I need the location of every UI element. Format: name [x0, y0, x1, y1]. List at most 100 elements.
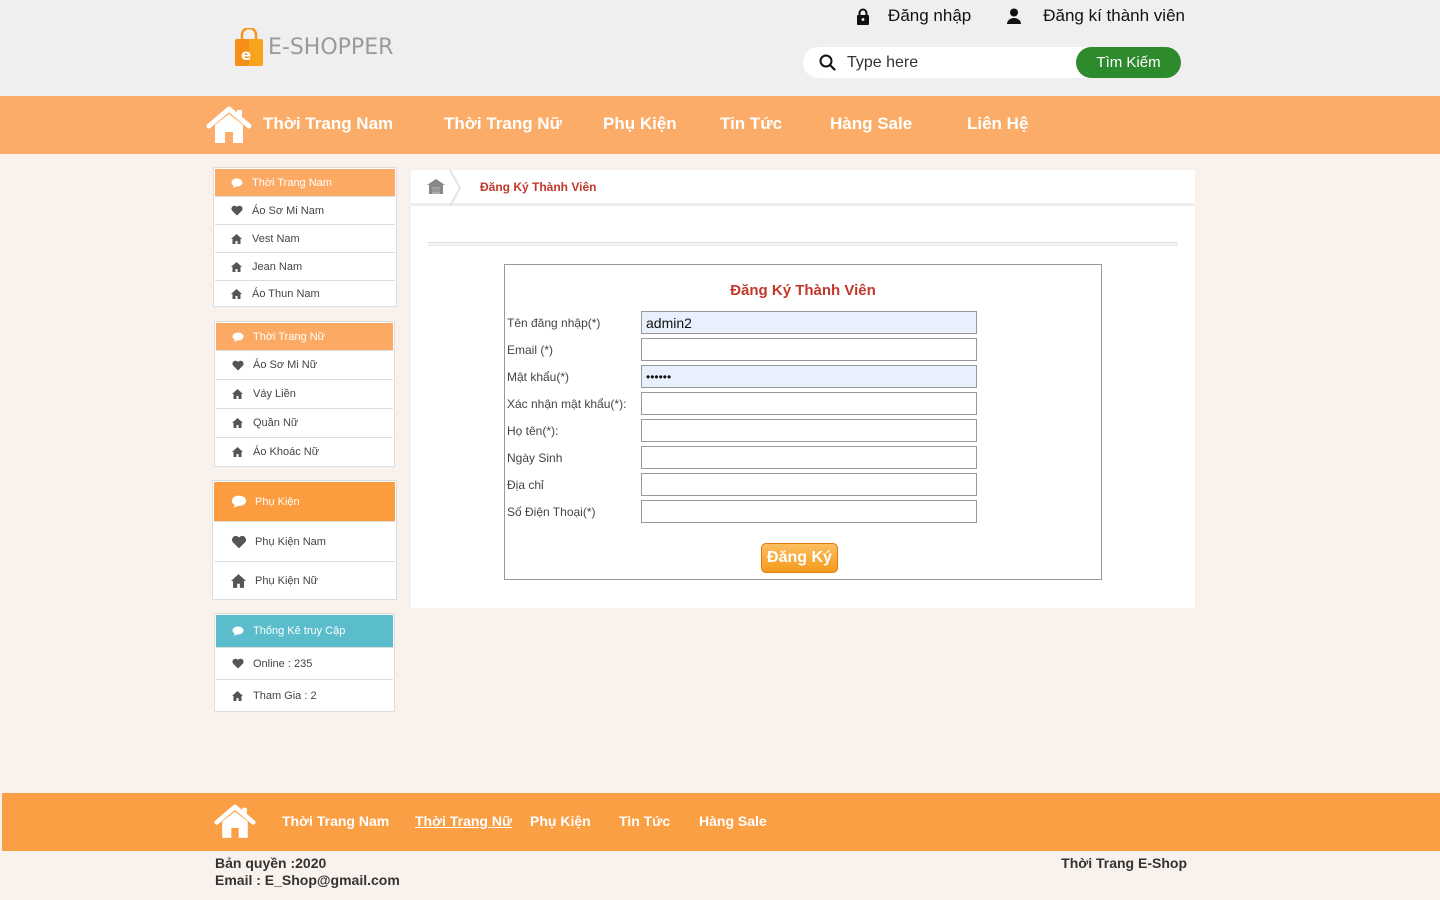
footer-email: Email : E_Shop@gmail.com: [215, 872, 400, 888]
birthdate-label: Ngày Sinh: [507, 451, 563, 465]
search-icon: [819, 54, 836, 71]
home-icon: [231, 574, 247, 588]
footer-nav-sale[interactable]: Hàng Sale: [699, 813, 767, 829]
chat-bubble-icon: [231, 178, 244, 188]
nav-item-men[interactable]: Thời Trang Nam: [263, 114, 393, 134]
sidebar-item-vay-lien[interactable]: Váy Liền: [216, 379, 393, 408]
phone-label: Số Điện Thoại(*): [507, 505, 596, 519]
shopping-bag-logo-icon: e: [233, 26, 265, 66]
divider: [428, 242, 1178, 246]
sidebar-women-box: Thời Trang Nữ Áo Sơ Mi Nữ Váy Liền Quần …: [214, 321, 395, 467]
username-field[interactable]: [641, 311, 977, 334]
sidebar-stats-box: Thống Kê truy Cập Online : 235 Tham Gia …: [214, 613, 395, 712]
sidebar-item-label: Áo Khoác Nữ: [253, 446, 320, 458]
register-link[interactable]: Đăng kí thành viên: [1007, 6, 1185, 26]
sidebar-item-jean-nam[interactable]: Jean Nam: [215, 252, 395, 280]
sidebar-men-header[interactable]: Thời Trang Nam: [215, 169, 395, 196]
login-link[interactable]: Đăng nhập: [856, 6, 971, 26]
footer-info: Bản quyền :2020 Email : E_Shop@gmail.com: [215, 855, 400, 889]
search-bar: Tìm Kiếm: [803, 47, 1181, 78]
sidebar-accessories-header[interactable]: Phụ Kiện: [214, 482, 395, 521]
footer-brand: Thời Trang E-Shop: [1061, 855, 1187, 871]
address-label: Địa chỉ: [507, 478, 544, 492]
sidebar-men-title: Thời Trang Nam: [252, 176, 332, 189]
nav-item-women[interactable]: Thời Trang Nữ: [444, 114, 562, 134]
footer-copyright: Bản quyền :2020: [215, 855, 327, 871]
password-label: Mật khẩu(*): [507, 370, 570, 384]
home-icon: [232, 418, 245, 428]
account-links: Đăng nhập Đăng kí thành viên: [856, 6, 1185, 26]
chat-bubble-icon: [232, 332, 245, 342]
home-icon: [231, 289, 244, 299]
stats-members-label: Tham Gia : 2: [253, 689, 317, 702]
email-field[interactable]: [641, 338, 977, 361]
sidebar-item-label: Jean Nam: [252, 260, 303, 273]
lock-icon: [857, 8, 870, 25]
sidebar-item-label: Quần Nữ: [253, 417, 299, 429]
sidebar-item-ao-thun-nam[interactable]: Áo Thun Nam: [215, 280, 395, 307]
home-icon[interactable]: [214, 804, 256, 839]
footer-nav: Thời Trang Nam Thời Trang Nữ Phụ Kiện Ti…: [2, 793, 1440, 851]
stats-members: Tham Gia : 2: [216, 679, 393, 711]
nav-item-contact[interactable]: Liên Hệ: [967, 114, 1028, 134]
logo[interactable]: e E-SHOPPER: [233, 26, 394, 66]
email-label: Email (*): [507, 343, 554, 357]
home-icon[interactable]: [427, 179, 445, 194]
heart-icon: [231, 535, 247, 549]
home-icon[interactable]: [206, 106, 252, 144]
sidebar-item-label: Vest Nam: [252, 232, 300, 245]
breadcrumb: Đăng Ký Thành Viên: [411, 170, 1195, 206]
chat-bubble-icon: [232, 626, 245, 636]
heart-icon: [232, 658, 245, 669]
form-title: Đăng Ký Thành Viên: [730, 282, 876, 299]
heart-icon: [231, 205, 244, 216]
fullname-field[interactable]: [641, 419, 977, 442]
sidebar-item-quan-nu[interactable]: Quần Nữ: [216, 408, 393, 437]
sidebar-item-vest-nam[interactable]: Vest Nam: [215, 224, 395, 252]
footer-nav-men[interactable]: Thời Trang Nam: [282, 813, 389, 829]
search-input[interactable]: [847, 51, 1067, 75]
breadcrumb-current: Đăng Ký Thành Viên: [480, 180, 597, 194]
nav-item-accessories[interactable]: Phụ Kiện: [603, 114, 677, 134]
stats-online-label: Online : 235: [253, 657, 313, 670]
login-label: Đăng nhập: [888, 6, 972, 25]
home-icon: [231, 233, 244, 244]
sidebar-accessories-box: Phụ Kiện Phụ Kiện Nam Phụ Kiện Nữ: [212, 480, 397, 600]
register-label: Đăng kí thành viên: [1043, 6, 1185, 25]
address-field[interactable]: [641, 473, 977, 496]
logo-text: E-SHOPPER: [268, 34, 394, 60]
nav-item-news[interactable]: Tin Tức: [720, 114, 782, 134]
sidebar-item-phu-kien-nu[interactable]: Phụ Kiện Nữ: [214, 561, 395, 600]
sidebar-men-box: Thời Trang Nam Áo Sơ Mi Nam Vest Nam Jea…: [213, 167, 397, 307]
footer-nav-accessories[interactable]: Phụ Kiện: [530, 813, 591, 829]
footer-nav-women[interactable]: Thời Trang Nữ: [415, 813, 512, 829]
sidebar-item-phu-kien-nam[interactable]: Phụ Kiện Nam: [214, 521, 395, 561]
sidebar-item-ao-so-mi-nu[interactable]: Áo Sơ Mi Nữ: [216, 350, 393, 379]
sidebar-women-header[interactable]: Thời Trang Nữ: [216, 323, 393, 350]
sidebar-item-ao-khoac-nu[interactable]: Áo Khoác Nữ: [216, 437, 393, 466]
sidebar-item-label: Áo Thun Nam: [252, 288, 320, 300]
logo-badge: e: [241, 46, 251, 64]
home-icon: [232, 447, 245, 457]
register-submit-button[interactable]: Đăng Ký: [761, 543, 838, 573]
home-icon: [231, 261, 244, 272]
sidebar-item-ao-so-mi-nam[interactable]: Áo Sơ Mi Nam: [215, 196, 395, 224]
sidebar-accessories-title: Phụ Kiện: [255, 495, 300, 508]
birthdate-field[interactable]: [641, 446, 977, 469]
sidebar-women-title: Thời Trang Nữ: [253, 330, 326, 343]
sidebar-item-label: Phụ Kiện Nam: [255, 535, 326, 548]
password-field[interactable]: [641, 365, 977, 388]
content-panel: Đăng Ký Thành Viên Đăng Ký Thành Viên Tê…: [411, 170, 1195, 608]
sidebar-item-label: Áo Sơ Mi Nam: [252, 204, 325, 217]
fullname-label: Họ tên(*):: [507, 424, 559, 438]
register-form: Đăng Ký Thành Viên Tên đăng nhập(*) Emai…: [504, 264, 1102, 580]
sidebar-stats-header: Thống Kê truy Cập: [216, 615, 393, 647]
confirm-password-field[interactable]: [641, 392, 977, 415]
phone-field[interactable]: [641, 500, 977, 523]
nav-item-sale[interactable]: Hàng Sale: [830, 114, 912, 134]
sidebar-stats-title: Thống Kê truy Cập: [253, 625, 346, 637]
home-icon: [232, 690, 245, 701]
search-button[interactable]: Tìm Kiếm: [1076, 47, 1181, 78]
footer-nav-news[interactable]: Tin Tức: [619, 813, 670, 829]
user-icon: [1007, 8, 1022, 24]
